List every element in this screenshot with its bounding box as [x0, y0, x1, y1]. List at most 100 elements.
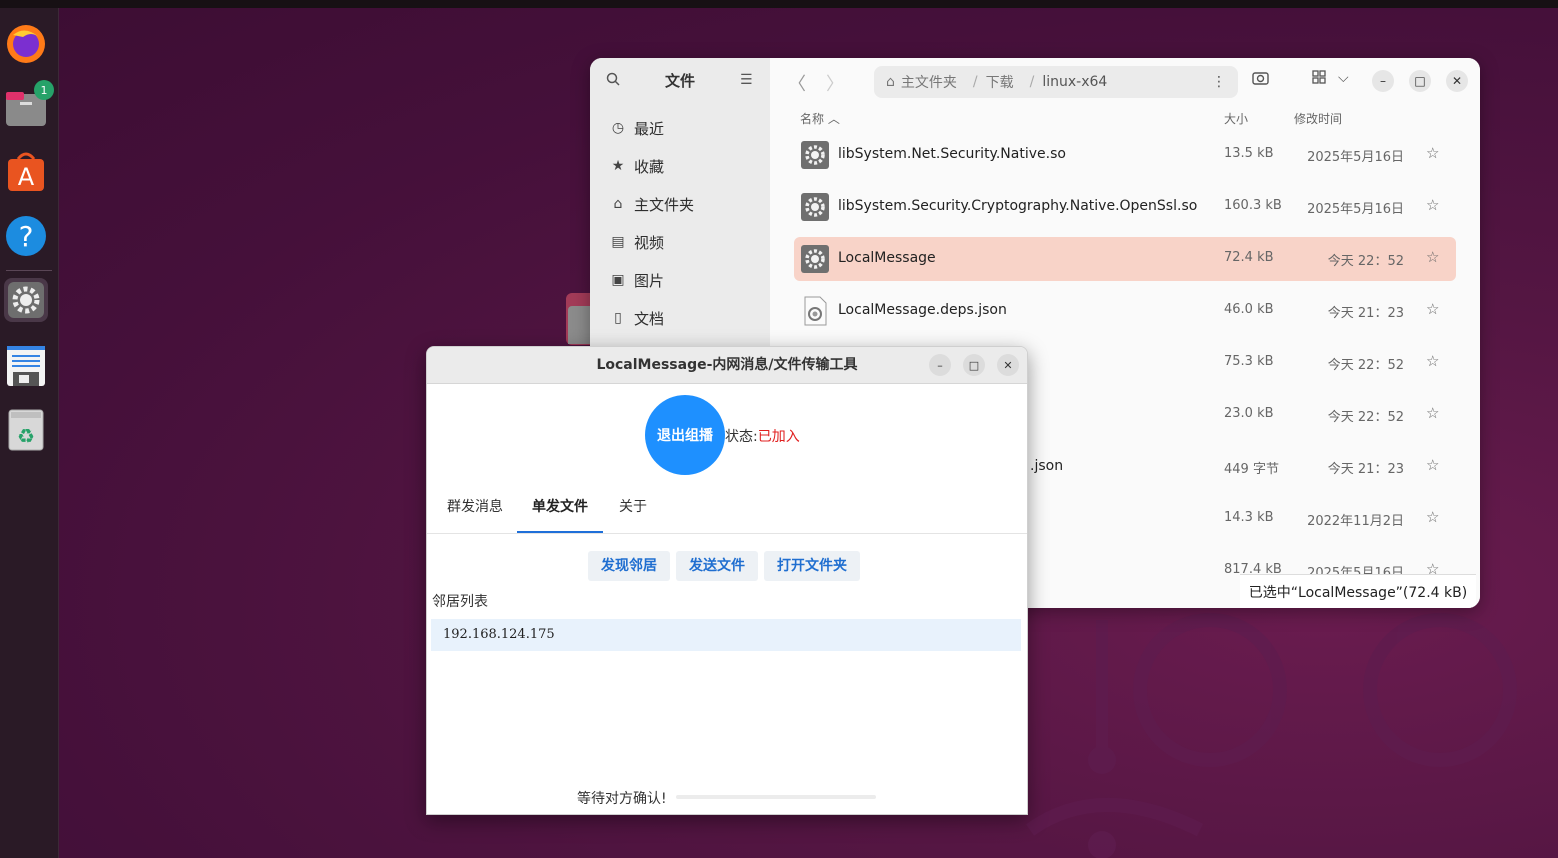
menu-icon[interactable]: ☰ [740, 72, 753, 88]
star-toggle-icon[interactable]: ☆ [1426, 196, 1439, 214]
path-menu-icon[interactable]: ⋮ [1212, 74, 1226, 90]
forward-button[interactable]: 〉 [826, 70, 844, 96]
file-size: 449 字节 [1224, 462, 1279, 477]
sidebar-item-videos[interactable]: ▤ 视频 [608, 227, 758, 257]
file-name: libSystem.Security.Cryptography.Native.O… [838, 198, 1198, 214]
breadcrumb-downloads[interactable]: 下载 [986, 72, 1014, 92]
file-row[interactable]: libSystem.Security.Cryptography.Native.O… [794, 185, 1456, 229]
file-size: 14.3 kB [1224, 510, 1274, 525]
star-icon: ★ [611, 158, 625, 174]
neighbor-list-item[interactable]: 192.168.124.175 [431, 619, 1021, 651]
file-row[interactable]: libSystem.Net.Security.Native.so 13.5 kB 2… [794, 133, 1456, 177]
lm-tabs: 群发消息 单发文件 关于 [427, 487, 1027, 534]
home-icon: ⌂ [613, 196, 623, 212]
star-toggle-icon[interactable]: ☆ [1426, 508, 1439, 526]
file-date: 2025年5月16日 [1307, 202, 1404, 217]
minimize-button[interactable]: – [1372, 70, 1394, 92]
sidebar-item-label: 最近 [634, 119, 665, 138]
svg-text:?: ? [19, 220, 34, 253]
lm-maximize-button[interactable]: □ [963, 354, 985, 376]
path-bar[interactable]: ⌂ 主文件夹 / 下载 / linux-x64 ⋮ [874, 66, 1238, 98]
status-label: 状态: [725, 429, 758, 445]
firefox-icon[interactable] [4, 22, 48, 66]
file-date: 2022年11月2日 [1307, 514, 1404, 529]
selection-status: 已选中“LocalMessage”(72.4 kB) [1240, 574, 1476, 608]
sidebar-item-pictures[interactable]: ▣ 图片 [608, 265, 758, 295]
image-icon: ▣ [611, 272, 625, 288]
open-folder-button[interactable]: 打开文件夹 [764, 551, 860, 581]
file-date: 今天 21：23 [1327, 306, 1404, 321]
close-button[interactable]: ✕ [1446, 70, 1468, 92]
trash-icon[interactable]: ♻ [4, 408, 48, 452]
file-size: 23.0 kB [1224, 406, 1274, 421]
lm-titlebar[interactable]: LocalMessage-内网消息/文件传输工具 – □ ✕ [427, 347, 1027, 384]
executable-icon [801, 193, 829, 221]
dock: 1 A ? ♻ [0, 8, 59, 858]
breadcrumb-home[interactable]: 主文件夹 [901, 72, 957, 92]
file-name: libSystem.Net.Security.Native.so [838, 146, 1066, 162]
chevron-down-icon[interactable]: ⌵ [1338, 70, 1349, 86]
background-window-body [568, 306, 592, 344]
transfer-progress-bar [676, 795, 876, 799]
text-editor-icon[interactable] [4, 344, 48, 388]
settings-icon[interactable] [4, 278, 48, 322]
file-row[interactable]: LocalMessage 72.4 kB 今天 22：52 ☆ [794, 237, 1456, 281]
star-toggle-icon[interactable]: ☆ [1426, 144, 1439, 162]
star-toggle-icon[interactable]: ☆ [1426, 404, 1439, 422]
column-name[interactable]: 名称 ︿ [800, 110, 840, 127]
file-name: LocalMessage.deps.json [838, 302, 1007, 318]
lm-close-button[interactable]: ✕ [997, 354, 1019, 376]
document-icon: ▯ [614, 310, 622, 326]
back-button[interactable]: 〈 [788, 70, 806, 96]
breadcrumb-separator: / [972, 74, 978, 90]
executable-icon [801, 141, 829, 169]
tab-group-message[interactable]: 群发消息 [439, 487, 511, 531]
breadcrumb-linux-x64[interactable]: linux-x64 [1042, 74, 1107, 90]
help-icon[interactable]: ? [4, 214, 48, 258]
sidebar-item-label: 文档 [634, 309, 665, 328]
sidebar-item-label: 主文件夹 [634, 195, 695, 214]
leave-multicast-button[interactable]: 退出组播 [645, 395, 725, 475]
json-file-icon [804, 296, 827, 326]
clock-icon: ◷ [611, 120, 625, 136]
sidebar-item-home[interactable]: ⌂ 主文件夹 [608, 189, 758, 219]
status-value: 已加入 [757, 429, 800, 445]
star-toggle-icon[interactable]: ☆ [1426, 300, 1439, 318]
discover-neighbors-button[interactable]: 发现邻居 [588, 551, 670, 581]
breadcrumb-separator: / [1029, 74, 1035, 90]
sidebar-item-starred[interactable]: ★ 收藏 [608, 151, 758, 181]
maximize-button[interactable]: □ [1409, 70, 1431, 92]
files-icon[interactable]: 1 [4, 80, 54, 130]
file-size: 46.0 kB [1224, 302, 1274, 317]
tab-about[interactable]: 关于 [611, 487, 655, 531]
wait-status-text: 等待对方确认! [577, 791, 667, 807]
column-size[interactable]: 大小 [1224, 110, 1248, 127]
file-date: 今天 22：52 [1327, 410, 1404, 425]
sidebar-item-label: 视频 [634, 233, 665, 252]
file-name: LocalMessage [838, 250, 936, 266]
file-date: 2025年5月16日 [1307, 150, 1404, 165]
star-toggle-icon[interactable]: ☆ [1426, 456, 1439, 474]
file-date: 今天 22：52 [1327, 358, 1404, 373]
column-modified[interactable]: 修改时间 [1294, 110, 1342, 127]
star-toggle-icon[interactable]: ☆ [1426, 248, 1439, 266]
sort-ascending-icon: ︿ [827, 112, 840, 126]
executable-icon [801, 245, 829, 273]
sidebar-item-recent[interactable]: ◷ 最近 [608, 113, 758, 143]
sidebar-item-documents[interactable]: ▯ 文档 [608, 303, 758, 333]
home-icon: ⌂ [886, 74, 895, 90]
file-date: 今天 21：23 [1327, 462, 1404, 477]
new-tab-icon[interactable] [1252, 70, 1270, 90]
send-file-button[interactable]: 发送文件 [676, 551, 758, 581]
star-toggle-icon[interactable]: ☆ [1426, 352, 1439, 370]
app-center-icon[interactable]: A [4, 150, 48, 194]
file-row[interactable]: LocalMessage.deps.json 46.0 kB 今天 21：23 ☆ [794, 289, 1456, 333]
file-size: 13.5 kB [1224, 146, 1274, 161]
grid-view-icon[interactable] [1312, 70, 1326, 88]
tab-single-file[interactable]: 单发文件 [517, 487, 603, 533]
file-date: 今天 22：52 [1327, 254, 1404, 269]
join-status: 状态:已加入 [725, 426, 800, 446]
lm-minimize-button[interactable]: – [929, 354, 951, 376]
dock-separator [6, 270, 52, 271]
file-size: 72.4 kB [1224, 250, 1274, 265]
